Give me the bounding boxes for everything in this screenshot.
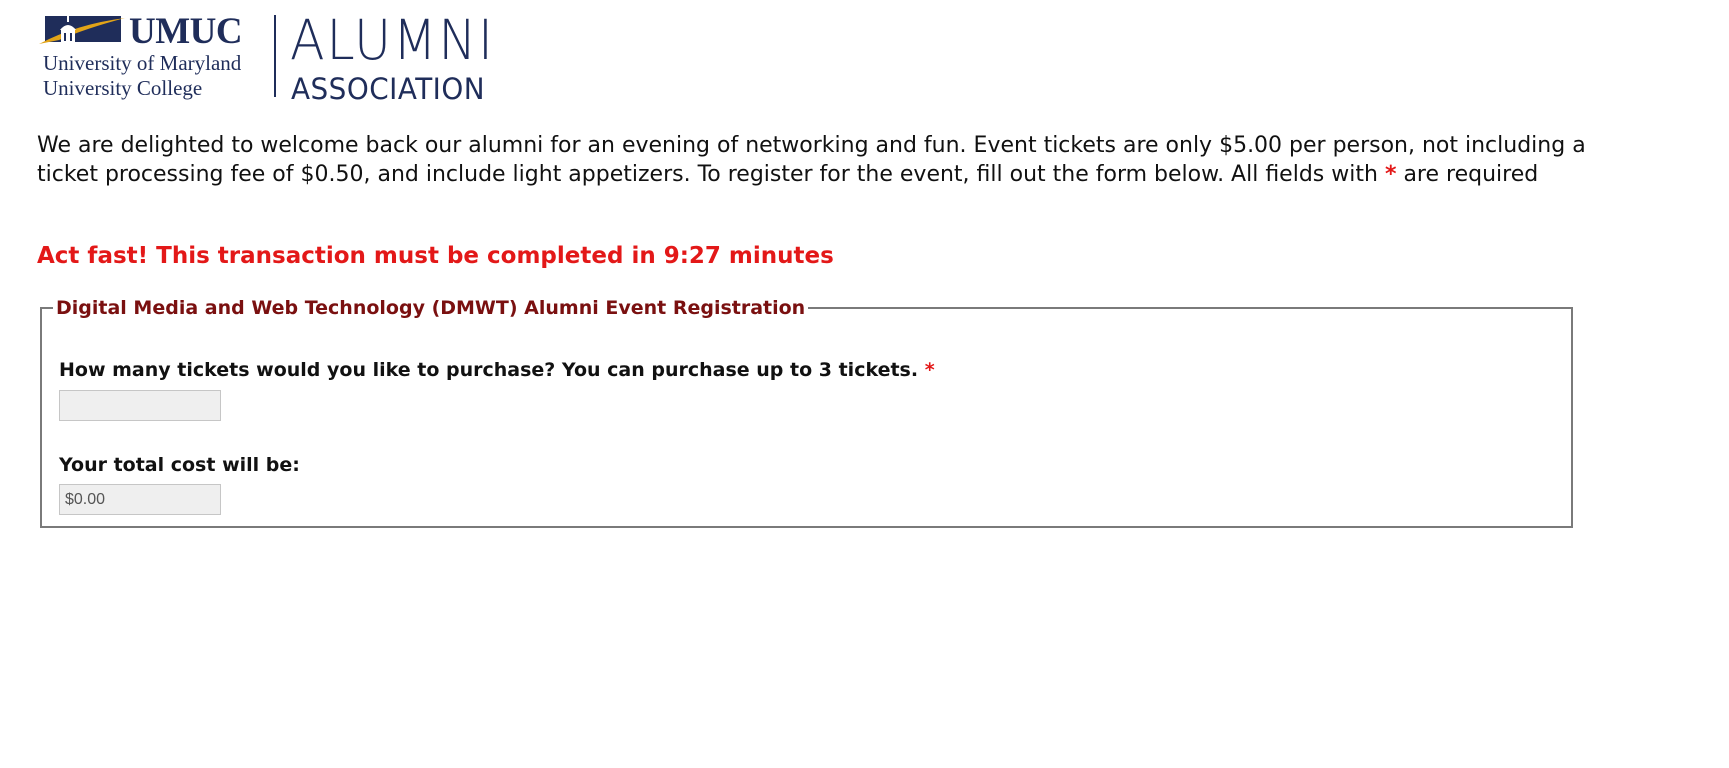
total-cost-label: Your total cost will be: — [59, 454, 300, 476]
logo-alumni-text: ALUMNI — [290, 8, 495, 72]
logo-university-line2: University College — [43, 76, 203, 100]
intro-text: We are delighted to welcome back our alu… — [37, 133, 1586, 187]
tickets-question-label: How many tickets would you like to purch… — [59, 359, 935, 381]
fieldset-legend: Digital Media and Web Technology (DMWT) … — [53, 297, 809, 319]
logo-university-line1: University of Maryland — [43, 51, 242, 75]
logo-divider — [274, 15, 276, 97]
tickets-required-star: * — [924, 359, 935, 381]
transaction-timer-warning: Act fast! This transaction must be compl… — [37, 243, 834, 269]
required-star: * — [1384, 162, 1397, 187]
tickets-label-text: How many tickets would you like to purch… — [59, 359, 919, 381]
registration-fieldset — [40, 307, 1573, 528]
umuc-alumni-logo: UMUC University of Maryland University C… — [37, 8, 517, 106]
logo-association-text: ASSOCIATION — [291, 72, 486, 106]
intro-paragraph: We are delighted to welcome back our alu… — [37, 131, 1617, 189]
dome-logo-icon — [39, 14, 125, 44]
intro-suffix: are required — [1403, 162, 1539, 187]
tickets-quantity-input[interactable] — [59, 390, 221, 421]
logo-brand-text: UMUC — [129, 11, 243, 52]
total-cost-field[interactable] — [59, 484, 221, 515]
